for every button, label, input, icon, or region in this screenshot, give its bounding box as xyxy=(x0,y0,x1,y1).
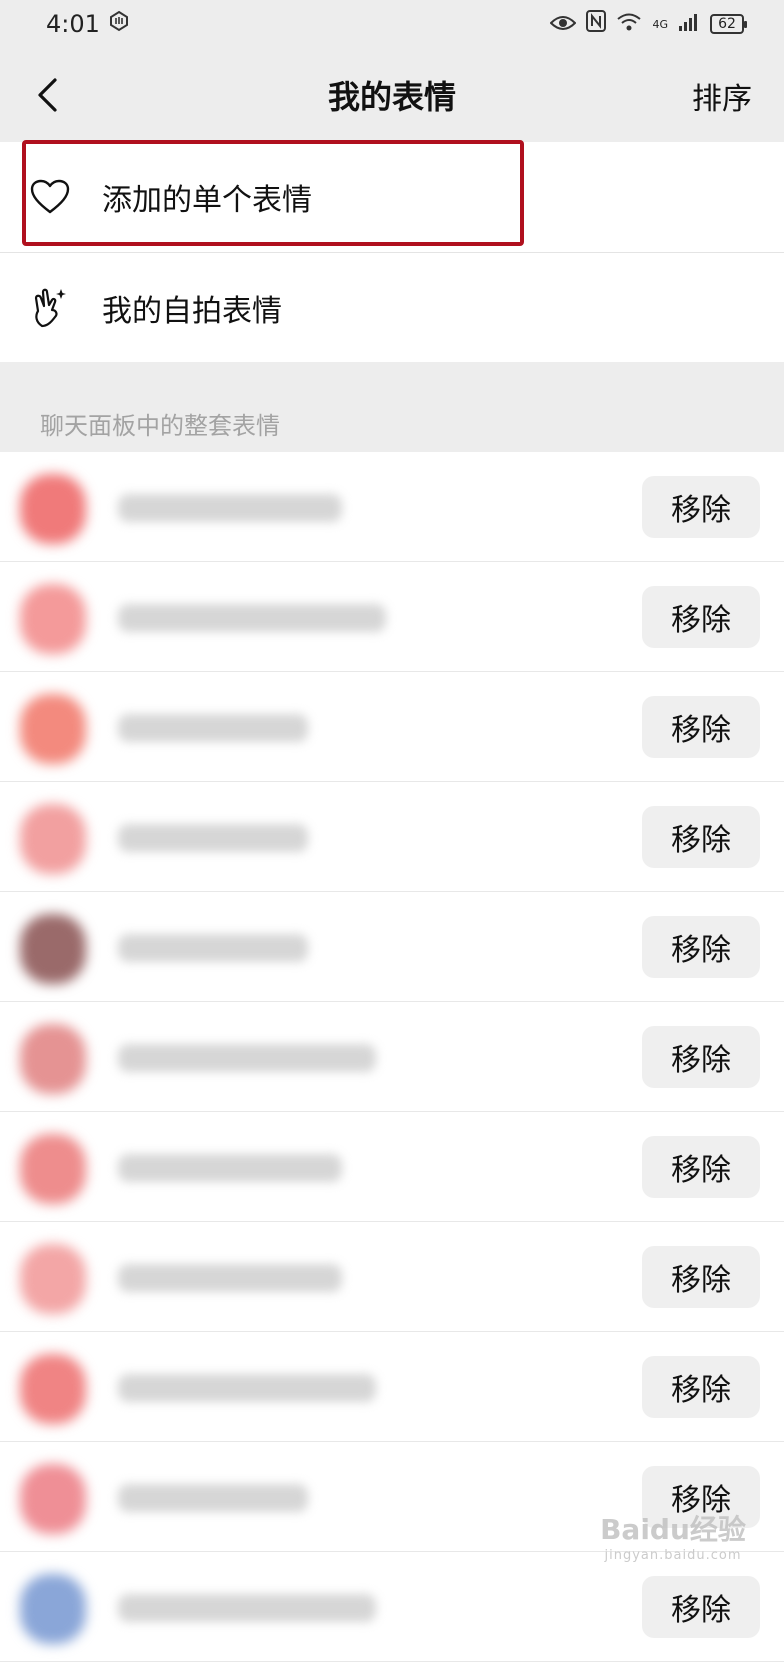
sticker-thumbnail xyxy=(20,694,86,764)
remove-button[interactable]: 移除 xyxy=(642,1466,760,1528)
sticker-name-blurred xyxy=(118,1154,342,1182)
remove-button[interactable]: 移除 xyxy=(642,1136,760,1198)
sticker-thumbnail xyxy=(20,1024,86,1094)
status-time: 4:01 xyxy=(46,10,100,38)
nfc-icon xyxy=(586,10,607,38)
list-item: 移除 xyxy=(0,1332,784,1442)
sticker-thumbnail xyxy=(20,1464,86,1534)
nav-bar: 我的表情 排序 xyxy=(0,48,784,142)
sticker-thumbnail xyxy=(20,474,86,544)
menu-item-selfie-stickers[interactable]: 我的自拍表情 xyxy=(0,252,784,362)
wifi-icon xyxy=(616,10,642,38)
sticker-name-blurred xyxy=(118,1374,376,1402)
list-item: 移除 xyxy=(0,782,784,892)
battery-icon: 62 xyxy=(710,14,747,34)
sticker-thumbnail xyxy=(20,1574,86,1644)
eye-icon xyxy=(550,10,577,38)
network-type: 4G xyxy=(652,17,668,31)
remove-button[interactable]: 移除 xyxy=(642,1246,760,1308)
signal-icon xyxy=(678,10,700,38)
sort-button[interactable]: 排序 xyxy=(692,74,752,118)
remove-button[interactable]: 移除 xyxy=(642,1576,760,1638)
list-item: 移除 xyxy=(0,562,784,672)
list-item: 移除 xyxy=(0,452,784,562)
status-left: 4:01 xyxy=(46,10,130,38)
sticker-thumbnail xyxy=(20,804,86,874)
sticker-thumbnail xyxy=(20,1244,86,1314)
list-item: 移除 xyxy=(0,1112,784,1222)
sticker-thumbnail xyxy=(20,1134,86,1204)
heart-icon xyxy=(28,175,72,219)
list-item: 移除 xyxy=(0,1552,784,1662)
sticker-thumbnail xyxy=(20,1354,86,1424)
sticker-name-blurred xyxy=(118,824,308,852)
sticker-name-blurred xyxy=(118,934,308,962)
status-bar: 4:01 4G 62 xyxy=(0,0,784,48)
hand-icon xyxy=(108,10,130,38)
page-title: 我的表情 xyxy=(327,78,456,116)
sticker-thumbnail xyxy=(20,914,86,984)
remove-button[interactable]: 移除 xyxy=(642,1026,760,1088)
list-item: 移除 xyxy=(0,1002,784,1112)
selfie-hand-icon xyxy=(28,286,72,330)
sticker-name-blurred xyxy=(118,494,342,522)
menu-item-label: 添加的单个表情 xyxy=(102,183,312,218)
section-header: 聊天面板中的整套表情 xyxy=(40,412,280,440)
list-item: 移除 xyxy=(0,672,784,782)
list-item: 移除 xyxy=(0,892,784,1002)
sticker-thumbnail xyxy=(20,584,86,654)
sticker-name-blurred xyxy=(118,714,308,742)
sticker-name-blurred xyxy=(118,1044,376,1072)
remove-button[interactable]: 移除 xyxy=(642,586,760,648)
remove-button[interactable]: 移除 xyxy=(642,916,760,978)
list-item: 移除 xyxy=(0,1442,784,1552)
remove-button[interactable]: 移除 xyxy=(642,806,760,868)
menu-item-label: 我的自拍表情 xyxy=(102,293,282,329)
sticker-name-blurred xyxy=(118,1264,342,1292)
sticker-name-blurred xyxy=(118,1484,308,1512)
sticker-list: 移除 移除 移除 移除 移除 移除 移除 移除 移除 移除 移除 xyxy=(0,452,784,1662)
sticker-name-blurred xyxy=(118,1594,376,1622)
list-item: 移除 xyxy=(0,1222,784,1332)
sticker-name-blurred xyxy=(118,604,386,632)
menu-section: 添加的单个表情 我的自拍表情 xyxy=(0,142,784,362)
battery-level: 62 xyxy=(718,16,736,32)
back-button[interactable] xyxy=(22,70,72,120)
status-right: 4G 62 xyxy=(550,10,747,38)
chevron-left-icon xyxy=(38,78,57,112)
remove-button[interactable]: 移除 xyxy=(642,696,760,758)
menu-item-single-stickers[interactable]: 添加的单个表情 xyxy=(0,142,784,252)
remove-button[interactable]: 移除 xyxy=(642,1356,760,1418)
remove-button[interactable]: 移除 xyxy=(642,476,760,538)
